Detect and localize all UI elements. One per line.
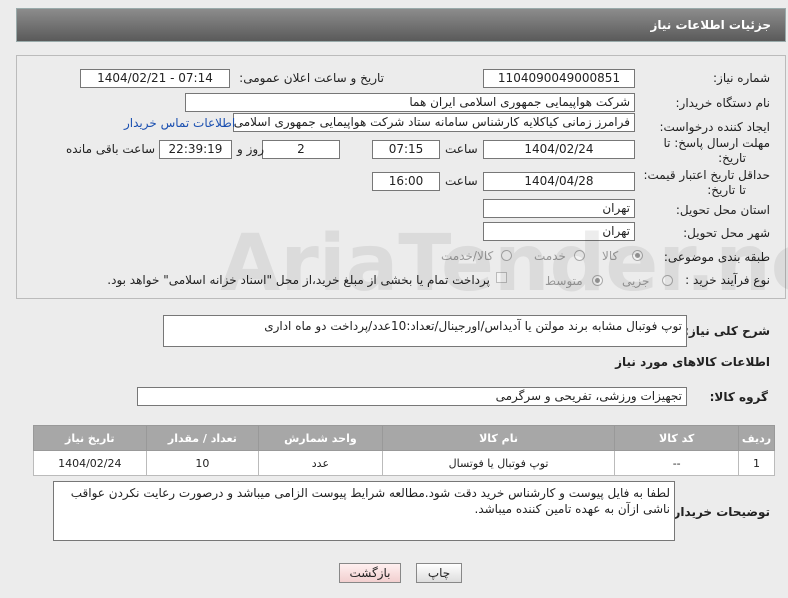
goods-group-field: تجهیزات ورزشی، تفریحی و سرگرمی [137,387,687,406]
col-code: کد کالا [614,425,739,451]
deadline-time-field: 07:15 [372,140,440,159]
col-unit: واحد شمارش [258,425,383,451]
deadline-time-label: ساعت [445,142,478,156]
goods-section-title: اطلاعات کالاهای مورد نیاز [615,355,770,369]
category-option-goods-service: کالا/خدمت [441,249,494,263]
deadline-label: مهلت ارسال پاسخ: تا [663,136,770,150]
deadline-date-field: 1404/02/24 [483,140,635,159]
goods-group-label: گروه کالا: [709,390,768,404]
buyer-org-field: شرکت هواپیمایی جمهوری اسلامی ایران هما [185,93,635,112]
category-radio-service[interactable] [574,250,585,261]
print-button[interactable]: چاپ [416,563,462,583]
col-row: ردیف [737,425,776,451]
description-field: توپ فوتبال مشابه برند مولتن یا آدیداس/او… [163,315,687,347]
category-radio-goods-service[interactable] [501,250,512,261]
process-option-medium: متوسط [545,274,583,288]
days-label: روز و [237,142,264,156]
validity-date-field: 1404/04/28 [483,172,635,191]
buyer-org-label: نام دستگاه خریدار: [675,96,771,110]
treasury-payment-checkbox[interactable] [496,272,507,283]
page-title: جزئیات اطلاعات نیاز [650,18,771,32]
category-option-goods: کالا [602,249,619,263]
province-field: تهران [483,199,635,218]
city-field: تهران [483,222,635,241]
buyer-notes-field: لطفا به فایل پیوست و کارشناس خرید دقت شو… [53,481,675,541]
treasury-payment-note: پرداخت تمام یا بخشی از مبلغ خرید،از محل … [107,273,490,287]
cell-unit: عدد [258,450,383,476]
description-label: شرح کلی نیاز: [684,324,770,338]
back-button[interactable]: بازگشت [339,563,401,583]
creator-field: فرامرز زمانی کیاکلایه کارشناس سامانه ستا… [233,113,635,132]
need-number-field: 1104090049000851 [483,69,635,88]
category-radio-goods[interactable] [632,250,643,261]
province-label: استان محل تحویل: [675,203,770,217]
validity-label-date: تا تاریخ: [707,183,746,197]
remaining-time-label: ساعت باقی مانده [66,142,156,156]
days-field: 2 [262,140,340,159]
need-number-label: شماره نیاز: [713,71,770,85]
cell-row: 1 [737,450,776,476]
process-radio-minor[interactable] [662,275,673,286]
col-date: تاریخ نیاز [33,425,147,451]
cell-date: 1404/02/24 [33,450,147,476]
cell-quantity: 10 [145,450,260,476]
page-header: جزئیات اطلاعات نیاز [16,8,786,42]
deadline-label-date: تاریخ: [718,151,746,165]
remaining-time-field: 22:39:19 [159,140,232,159]
creator-label: ایجاد کننده درخواست: [659,120,770,134]
process-option-minor: جزیی [622,274,650,288]
col-name: نام کالا [381,425,616,451]
goods-table-header: ردیف کد کالا نام کالا واحد شمارش تعداد /… [33,425,776,451]
table-row: 1 -- توپ فوتبال یا فوتسال عدد 10 1404/02… [33,450,776,476]
cell-name: توپ فوتبال یا فوتسال [381,450,616,476]
announce-field: 1404/02/21 - 07:14 [80,69,230,88]
category-label: طبقه بندی موضوعی: [663,250,770,264]
process-label: نوع فرآیند خرید : [685,273,770,287]
validity-label: حداقل تاریخ اعتبار قیمت: [643,168,770,182]
validity-time-field: 16:00 [372,172,440,191]
category-option-service: خدمت [534,249,566,263]
buyer-notes-label: توضیحات خریدار: [668,505,770,519]
col-quantity: تعداد / مقدار [145,425,260,451]
buyer-contact-link[interactable]: اطلاعات تماس خریدار [124,116,235,130]
announce-label: تاریخ و ساعت اعلان عمومی: [239,71,384,85]
cell-code: -- [614,450,739,476]
validity-time-label: ساعت [445,174,478,188]
process-radio-medium[interactable] [592,275,603,286]
city-label: شهر محل تحویل: [683,226,770,240]
goods-table: ردیف کد کالا نام کالا واحد شمارش تعداد /… [33,425,776,476]
